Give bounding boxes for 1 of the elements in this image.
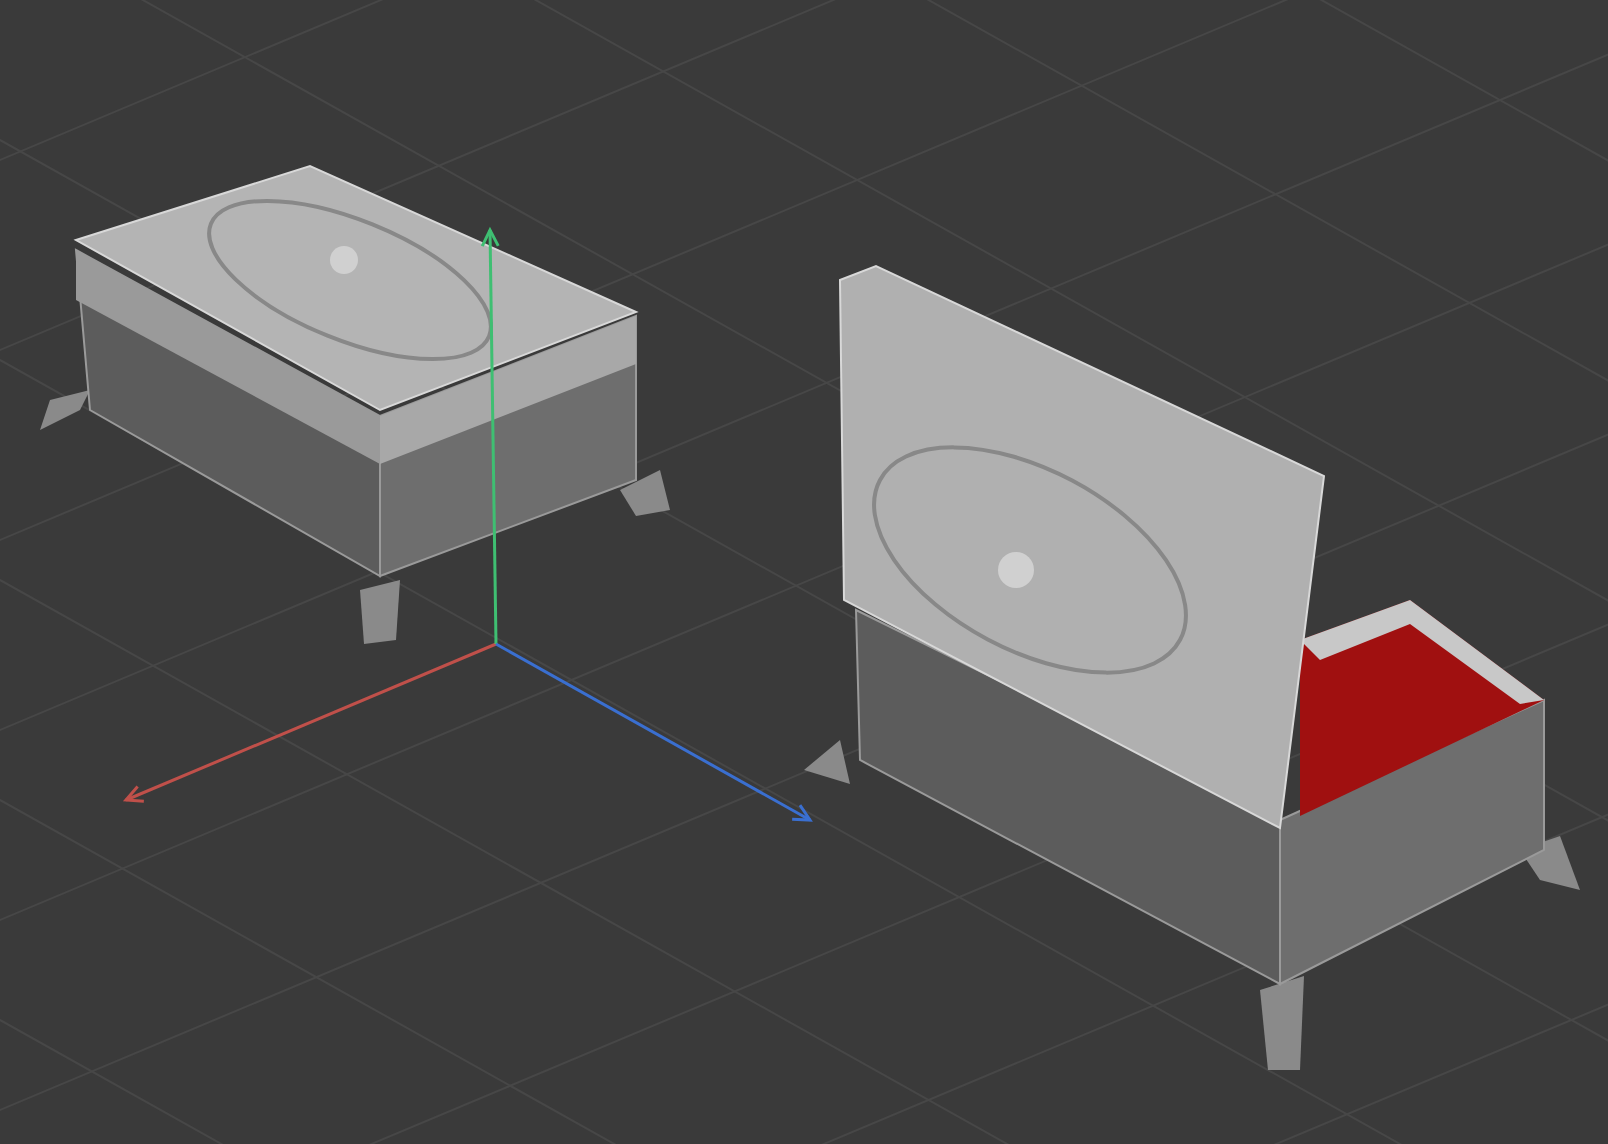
3d-viewport[interactable] xyxy=(0,0,1608,1144)
